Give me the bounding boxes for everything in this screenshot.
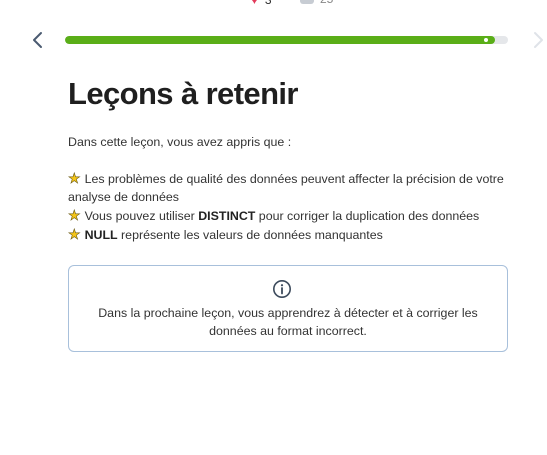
top-stats-bar: ♥ 3 25 bbox=[0, 0, 547, 12]
page-title: Leçons à retenir bbox=[68, 76, 298, 111]
star-icon: ★ bbox=[68, 226, 81, 243]
previous-button[interactable] bbox=[28, 30, 48, 50]
keyword-distinct: DISTINCT bbox=[198, 209, 256, 223]
takeaway-item: ★ Les problèmes de qualité des données pe… bbox=[68, 169, 508, 206]
next-button[interactable] bbox=[528, 30, 547, 50]
comment-icon bbox=[300, 0, 314, 4]
takeaway-text: représente les valeurs de données manqua… bbox=[117, 228, 383, 242]
keyword-null: NULL bbox=[84, 228, 118, 242]
summary-intro: Dans cette leçon, vous avez appris que : bbox=[68, 135, 292, 149]
chevron-right-icon bbox=[534, 32, 543, 48]
heart-icon: ♥ bbox=[250, 0, 259, 7]
star-icon: ★ bbox=[68, 207, 81, 224]
comments-counter[interactable]: 25 bbox=[300, 0, 333, 6]
progress-fill bbox=[65, 36, 495, 44]
lesson-summary: Dans cette leçon, vous avez appris que :… bbox=[68, 133, 508, 244]
takeaway-text: Vous pouvez utiliser bbox=[84, 209, 199, 223]
next-lesson-callout: Dans la prochaine leçon, vous apprendrez… bbox=[68, 265, 508, 352]
callout-text: Dans la prochaine leçon, vous apprendrez… bbox=[98, 306, 478, 338]
takeaways-list: ★ Les problèmes de qualité des données pe… bbox=[68, 169, 508, 244]
takeaway-text: pour corriger la duplication des données bbox=[255, 209, 480, 223]
star-icon: ★ bbox=[68, 170, 81, 187]
takeaway-item: ★ Vous pouvez utiliser DISTINCT pour corr… bbox=[68, 206, 508, 225]
hearts-counter[interactable]: ♥ 3 bbox=[250, 0, 272, 7]
progress-marker bbox=[484, 38, 488, 42]
lesson-progress-bar bbox=[65, 36, 508, 44]
takeaway-text: Les problèmes de qualité des données peu… bbox=[68, 172, 504, 204]
comments-count: 25 bbox=[320, 0, 333, 6]
takeaway-item: ★ NULL représente les valeurs de données … bbox=[68, 225, 508, 244]
chevron-left-icon bbox=[33, 32, 42, 48]
info-icon bbox=[273, 280, 291, 298]
hearts-count: 3 bbox=[265, 0, 272, 7]
